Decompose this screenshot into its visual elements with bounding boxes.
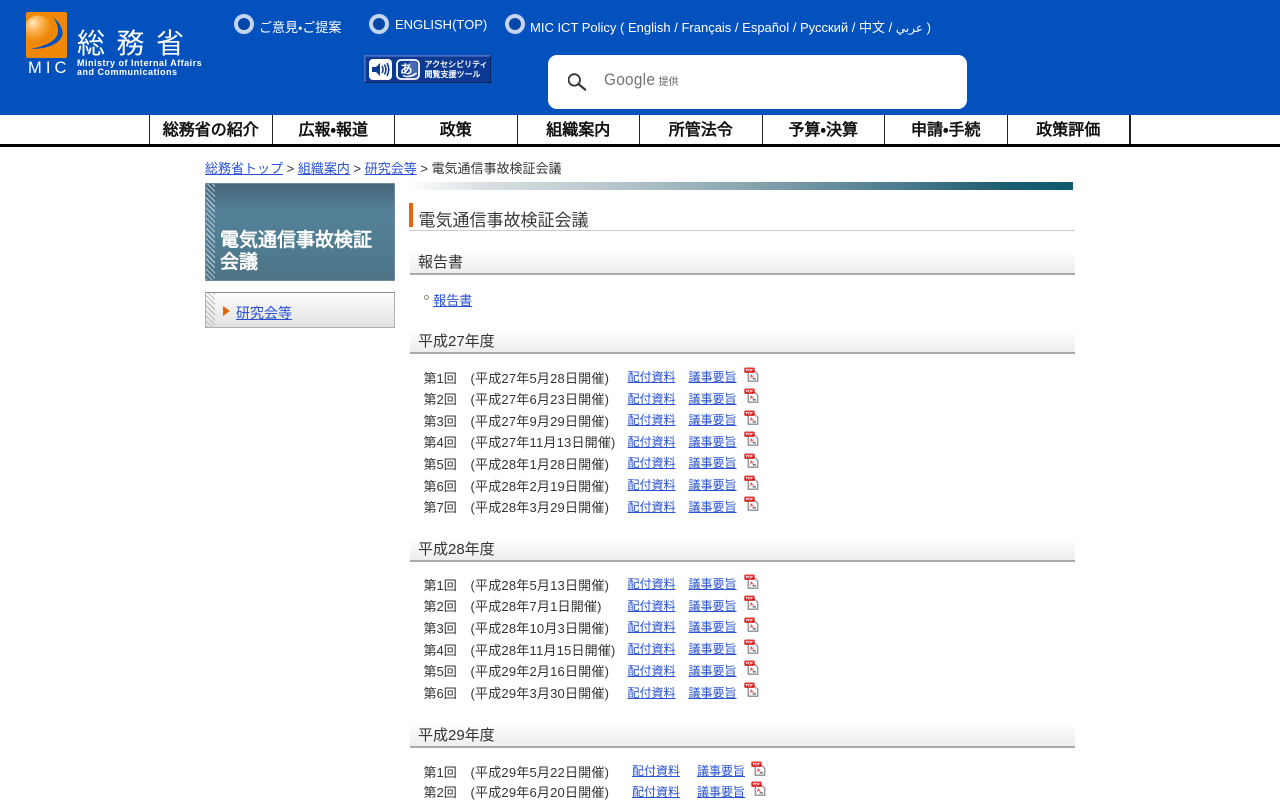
svg-text:あ: あ [400, 63, 413, 77]
svg-text:PDF: PDF [746, 433, 754, 437]
svg-text:PDF: PDF [746, 684, 754, 688]
svg-text:PDF: PDF [746, 411, 754, 415]
svg-text:PDF: PDF [746, 619, 754, 623]
svg-text:PDF: PDF [746, 476, 754, 480]
svg-text:PDF: PDF [746, 597, 754, 601]
svg-text:PDF: PDF [746, 662, 754, 666]
svg-text:PDF: PDF [753, 783, 761, 787]
svg-text:PDF: PDF [746, 455, 754, 459]
svg-text:PDF: PDF [746, 640, 754, 644]
svg-text:PDF: PDF [746, 498, 754, 502]
svg-text:PDF: PDF [746, 390, 754, 394]
svg-text:PDF: PDF [746, 575, 754, 579]
svg-text:PDF: PDF [753, 762, 761, 766]
svg-text:PDF: PDF [746, 368, 754, 372]
